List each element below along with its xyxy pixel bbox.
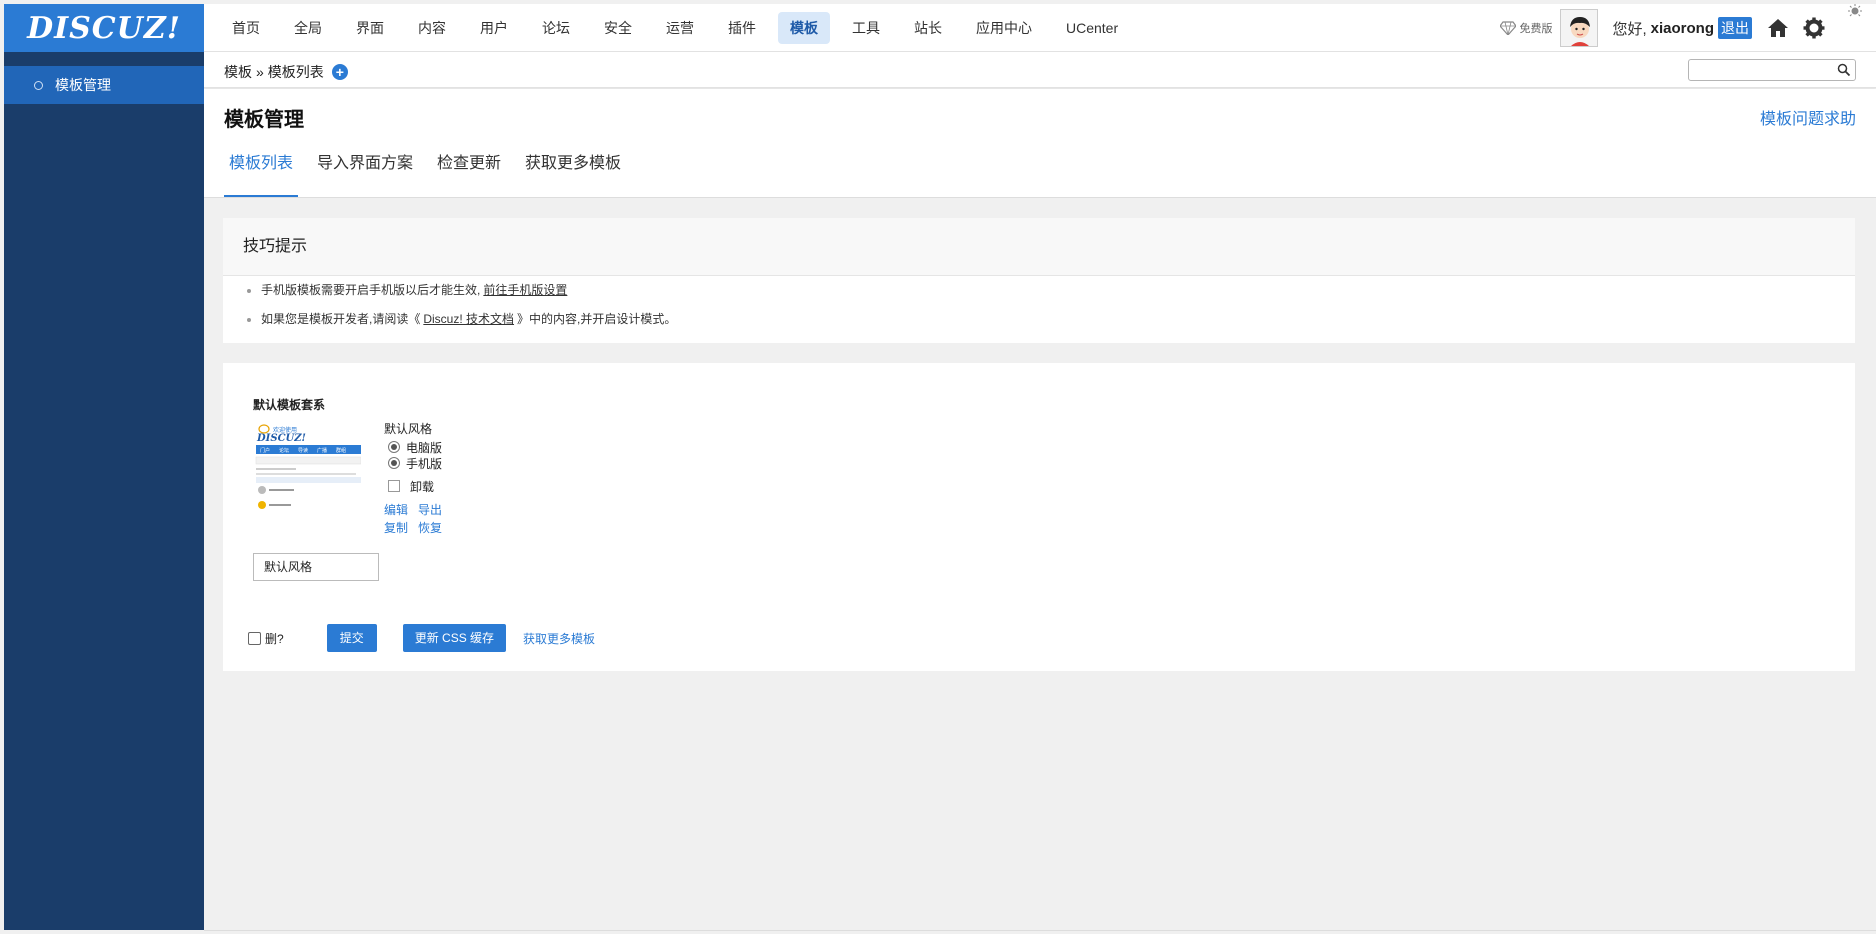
nav-item-security[interactable]: 安全 bbox=[592, 12, 644, 44]
uninstall-checkbox-row[interactable]: 卸载 bbox=[384, 478, 442, 494]
get-more-templates-link[interactable]: 获取更多模板 bbox=[523, 630, 595, 647]
logo-text: DISCUZ! bbox=[27, 10, 181, 46]
uninstall-label: 卸载 bbox=[410, 479, 435, 494]
bullet bbox=[247, 317, 251, 322]
avatar-image bbox=[1561, 10, 1598, 46]
tips-panel: 技巧提示 手机版模板需要开启手机版以后才能生效, 前往手机版设置 如果您是模板开… bbox=[223, 218, 1855, 343]
submit-button[interactable]: 提交 bbox=[326, 624, 377, 652]
diamond-icon bbox=[1500, 21, 1517, 35]
plus-icon[interactable]: + bbox=[331, 64, 348, 80]
tab-get-more-templates[interactable]: 获取更多模板 bbox=[520, 153, 626, 197]
username: xiaorong bbox=[1650, 19, 1714, 37]
tab-import-scheme[interactable]: 导入界面方案 bbox=[312, 153, 418, 197]
radio-mobile-indicator[interactable] bbox=[388, 457, 400, 469]
delete-label: 删? bbox=[265, 631, 284, 646]
template-style-block: 默认风格 电脑版 手机版 卸载 编辑 导出 复制 恢复 bbox=[384, 420, 442, 536]
breadcrumb-bar: 模板 » 模板列表 + bbox=[204, 52, 1876, 88]
restore-link[interactable]: 恢复 bbox=[418, 519, 442, 536]
page-header: 模板管理 模板问题求助 模板列表 导入界面方案 检查更新 获取更多模板 bbox=[204, 89, 1876, 198]
tip-text: 如果您是模板开发者,请阅读《 bbox=[261, 312, 421, 326]
radio-mobile-label: 手机版 bbox=[406, 456, 443, 471]
main-nav: 首页 全局 界面 内容 用户 论坛 安全 运营 插件 模板 工具 站长 应用中心… bbox=[220, 12, 1130, 44]
sidebar-item-template-management[interactable]: 模板管理 bbox=[4, 66, 204, 104]
actions-bar: 删? 提交 更新 CSS 缓存 获取更多模板 bbox=[248, 624, 595, 652]
tip-text: 》中的内容,并开启设计模式。 bbox=[517, 312, 677, 326]
thumb-nav-4: 群组 bbox=[336, 447, 346, 454]
tip-line-mobile: 手机版模板需要开启手机版以后才能生效, 前往手机版设置 bbox=[247, 276, 1855, 305]
radio-pc-label: 电脑版 bbox=[406, 440, 443, 455]
uninstall-checkbox[interactable] bbox=[388, 480, 400, 492]
template-set-name: 默认模板套系 bbox=[253, 398, 326, 412]
sidebar-menu: 模板管理 bbox=[4, 66, 204, 104]
copy-link[interactable]: 复制 bbox=[384, 519, 408, 536]
nav-item-templates[interactable]: 模板 bbox=[778, 12, 830, 44]
top-navbar: 首页 全局 界面 内容 用户 论坛 安全 运营 插件 模板 工具 站长 应用中心… bbox=[204, 4, 1876, 52]
nav-item-home[interactable]: 首页 bbox=[220, 12, 272, 44]
logo[interactable]: DISCUZ! bbox=[4, 4, 204, 52]
thumb-nav-2: 导读 bbox=[298, 447, 308, 454]
template-panel: 默认模板套系 欢迎使用 DISCUZ! 门户 论坛 导读 广播 群组 默认风格 bbox=[223, 363, 1855, 671]
breadcrumb-current: 模板列表 bbox=[267, 64, 324, 80]
mobile-settings-link[interactable]: 前往手机版设置 bbox=[483, 276, 567, 305]
edition-label: 免费版 bbox=[1519, 23, 1553, 35]
top-right-area: 免费版 您好, xiaorong 退出 bbox=[1500, 4, 1876, 52]
style-name: 默认风格 bbox=[384, 422, 433, 436]
tip-line-developer: 如果您是模板开发者,请阅读《 Discuz! 技术文档 》中的内容,并开启设计模… bbox=[247, 305, 1855, 334]
thumbnail-preview: 欢迎使用 DISCUZ! 门户 论坛 导读 广播 群组 bbox=[253, 423, 361, 511]
sidebar-item-label: 模板管理 bbox=[55, 77, 111, 93]
home-icon[interactable] bbox=[1766, 16, 1790, 40]
nav-item-tools[interactable]: 工具 bbox=[840, 12, 892, 44]
greeting-text: 您好, bbox=[1612, 20, 1647, 38]
template-links-row-1: 编辑 导出 bbox=[384, 501, 442, 518]
logout-button[interactable]: 退出 bbox=[1718, 17, 1752, 39]
gear-icon[interactable] bbox=[1802, 16, 1826, 40]
tab-check-updates[interactable]: 检查更新 bbox=[432, 153, 506, 197]
nav-item-operations[interactable]: 运营 bbox=[654, 12, 706, 44]
radio-pc-indicator[interactable] bbox=[388, 441, 400, 453]
nav-item-webmaster[interactable]: 站长 bbox=[902, 12, 954, 44]
bullet bbox=[247, 288, 251, 293]
template-links-row-2: 复制 恢复 bbox=[384, 519, 442, 536]
thumb-brand: DISCUZ! bbox=[256, 433, 306, 444]
tip-text: 手机版模板需要开启手机版以后才能生效, bbox=[261, 283, 481, 297]
thumb-nav-0: 门户 bbox=[260, 447, 270, 454]
nav-item-app-center[interactable]: 应用中心 bbox=[964, 12, 1044, 44]
sun-moon-icon[interactable] bbox=[1838, 4, 1876, 52]
nav-item-ucenter[interactable]: UCenter bbox=[1054, 12, 1130, 44]
update-css-cache-button[interactable]: 更新 CSS 缓存 bbox=[402, 624, 507, 652]
nav-item-interface[interactable]: 界面 bbox=[344, 12, 396, 44]
circle-icon bbox=[34, 80, 43, 90]
delete-checkbox[interactable] bbox=[248, 631, 261, 645]
tech-docs-link[interactable]: Discuz! 技术文档 bbox=[423, 305, 514, 334]
search-box bbox=[1688, 59, 1856, 81]
search-input[interactable] bbox=[1689, 60, 1829, 80]
radio-pc[interactable]: 电脑版 bbox=[384, 439, 442, 455]
search-icon[interactable] bbox=[1837, 63, 1851, 77]
export-link[interactable]: 导出 bbox=[418, 501, 442, 518]
nav-item-forum[interactable]: 论坛 bbox=[530, 12, 582, 44]
radio-mobile[interactable]: 手机版 bbox=[384, 455, 442, 471]
template-thumbnail[interactable]: 欢迎使用 DISCUZ! 门户 论坛 导读 广播 群组 bbox=[253, 423, 361, 511]
avatar[interactable] bbox=[1560, 9, 1599, 47]
tabs: 模板列表 导入界面方案 检查更新 获取更多模板 bbox=[224, 153, 640, 197]
bottom-divider bbox=[204, 930, 1876, 931]
template-help-link[interactable]: 模板问题求助 bbox=[1760, 105, 1856, 129]
edit-link[interactable]: 编辑 bbox=[384, 501, 408, 518]
sidebar: DISCUZ! 模板管理 bbox=[4, 4, 204, 930]
breadcrumb: 模板 » 模板列表 + bbox=[224, 62, 348, 82]
nav-item-global[interactable]: 全局 bbox=[282, 12, 334, 44]
nav-item-content[interactable]: 内容 bbox=[406, 12, 458, 44]
style-name-input[interactable]: 默认风格 bbox=[253, 553, 379, 581]
thumb-nav-3: 广播 bbox=[317, 447, 327, 454]
page-title: 模板管理 bbox=[224, 109, 304, 131]
breadcrumb-separator: » bbox=[256, 64, 264, 80]
thumb-nav-1: 论坛 bbox=[279, 447, 289, 454]
edition-badge: 免费版 bbox=[1500, 20, 1552, 36]
breadcrumb-root[interactable]: 模板 bbox=[224, 62, 252, 82]
nav-item-users[interactable]: 用户 bbox=[468, 12, 520, 44]
tab-template-list[interactable]: 模板列表 bbox=[224, 153, 299, 197]
nav-item-plugins[interactable]: 插件 bbox=[716, 12, 768, 44]
tips-title: 技巧提示 bbox=[223, 218, 1855, 276]
